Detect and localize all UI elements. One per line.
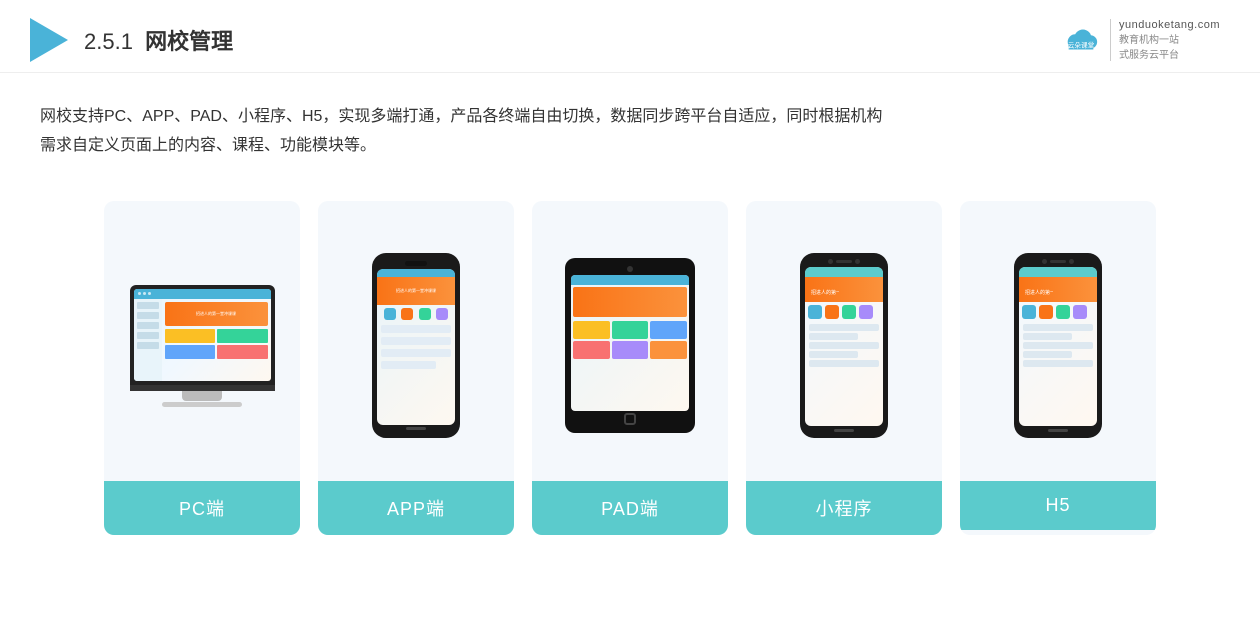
card-miniprogram: 招进人的第一 <box>746 201 942 535</box>
header-left: 2.5.1 网校管理 <box>30 18 233 62</box>
card-h5: 招进人的第一 <box>960 201 1156 535</box>
pc-mockup: 招进人的第一堂冲课课 <box>130 285 275 407</box>
tablet-screen <box>571 275 689 411</box>
description-line1: 网校支持PC、APP、PAD、小程序、H5，实现多端打通，产品各终端自由切换，数… <box>40 103 1220 132</box>
page-title: 2.5.1 网校管理 <box>84 24 233 56</box>
tablet-camera <box>627 266 633 272</box>
h5-camera <box>1042 259 1047 264</box>
h5-home-button <box>1048 429 1068 432</box>
pc-screen-inner: 招进人的第一堂冲课课 <box>134 289 271 381</box>
logo-triangle-icon <box>30 18 68 62</box>
h5-phone-mockup: 招进人的第一 <box>1014 253 1102 438</box>
card-pc-label: PC端 <box>104 481 300 535</box>
tablet-mockup <box>565 258 695 433</box>
brand-text: yunduoketang.com 教育机构一站式服务云平台 <box>1110 19 1220 61</box>
card-h5-label: H5 <box>960 481 1156 530</box>
header-right: 云朵课堂 yunduoketang.com 教育机构一站式服务云平台 <box>1062 19 1220 61</box>
description-line2: 需求自定义页面上的内容、课程、功能模块等。 <box>40 132 1220 161</box>
h5-screen: 招进人的第一 <box>1019 267 1097 426</box>
card-pc: 招进人的第一堂冲课课 <box>104 201 300 535</box>
mini-camera2 <box>855 259 860 264</box>
card-pad: PAD端 <box>532 201 728 535</box>
brand-tagline: 教育机构一站式服务云平台 <box>1119 31 1179 61</box>
mini-top-bar <box>828 259 860 264</box>
pc-base <box>162 402 242 407</box>
card-app-label: APP端 <box>318 481 514 535</box>
card-h5-image: 招进人的第一 <box>960 201 1156 481</box>
description-section: 网校支持PC、APP、PAD、小程序、H5，实现多端打通，产品各终端自由切换，数… <box>0 73 1260 171</box>
card-pad-label: PAD端 <box>532 481 728 535</box>
mini-speaker <box>836 260 852 263</box>
mini-phone-mockup: 招进人的第一 <box>800 253 888 438</box>
h5-camera2 <box>1069 259 1074 264</box>
phone-home-button <box>406 427 426 430</box>
tablet-home-button <box>624 413 636 425</box>
mini-screen: 招进人的第一 <box>805 267 883 426</box>
app-phone-mockup: 招进人的第一堂冲课课 <box>372 253 460 438</box>
svg-text:云朵课堂: 云朵课堂 <box>1068 41 1095 50</box>
pc-screen-outer: 招进人的第一堂冲课课 <box>130 285 275 385</box>
mini-home-button <box>834 429 854 432</box>
svg-text:招进人的第一: 招进人的第一 <box>1025 289 1053 296</box>
brand-logo: 云朵课堂 yunduoketang.com 教育机构一站式服务云平台 <box>1062 19 1220 61</box>
section-number: 2.5.1 <box>84 29 133 54</box>
phone-screen: 招进人的第一堂冲课课 <box>377 269 455 425</box>
pc-bezel <box>130 385 275 391</box>
card-app-image: 招进人的第一堂冲课课 <box>318 201 514 481</box>
brand-icon: 云朵课堂 <box>1062 21 1100 59</box>
brand-url: yunduoketang.com <box>1119 19 1220 31</box>
svg-text:招进人的第一: 招进人的第一 <box>811 289 839 296</box>
card-pad-image <box>532 201 728 481</box>
pc-stand <box>182 391 222 401</box>
h5-top-bar <box>1042 259 1074 264</box>
h5-speaker <box>1050 260 1066 263</box>
page-header: 2.5.1 网校管理 云朵课堂 yunduoketang.com 教育机构一站式… <box>0 0 1260 73</box>
mini-camera <box>828 259 833 264</box>
phone-notch <box>405 261 427 266</box>
card-miniprogram-label: 小程序 <box>746 481 942 535</box>
cards-section: 招进人的第一堂冲课课 <box>0 181 1260 565</box>
card-pc-image: 招进人的第一堂冲课课 <box>104 201 300 481</box>
card-app: 招进人的第一堂冲课课 APP端 <box>318 201 514 535</box>
card-miniprogram-image: 招进人的第一 <box>746 201 942 481</box>
title-text: 网校管理 <box>145 29 233 54</box>
